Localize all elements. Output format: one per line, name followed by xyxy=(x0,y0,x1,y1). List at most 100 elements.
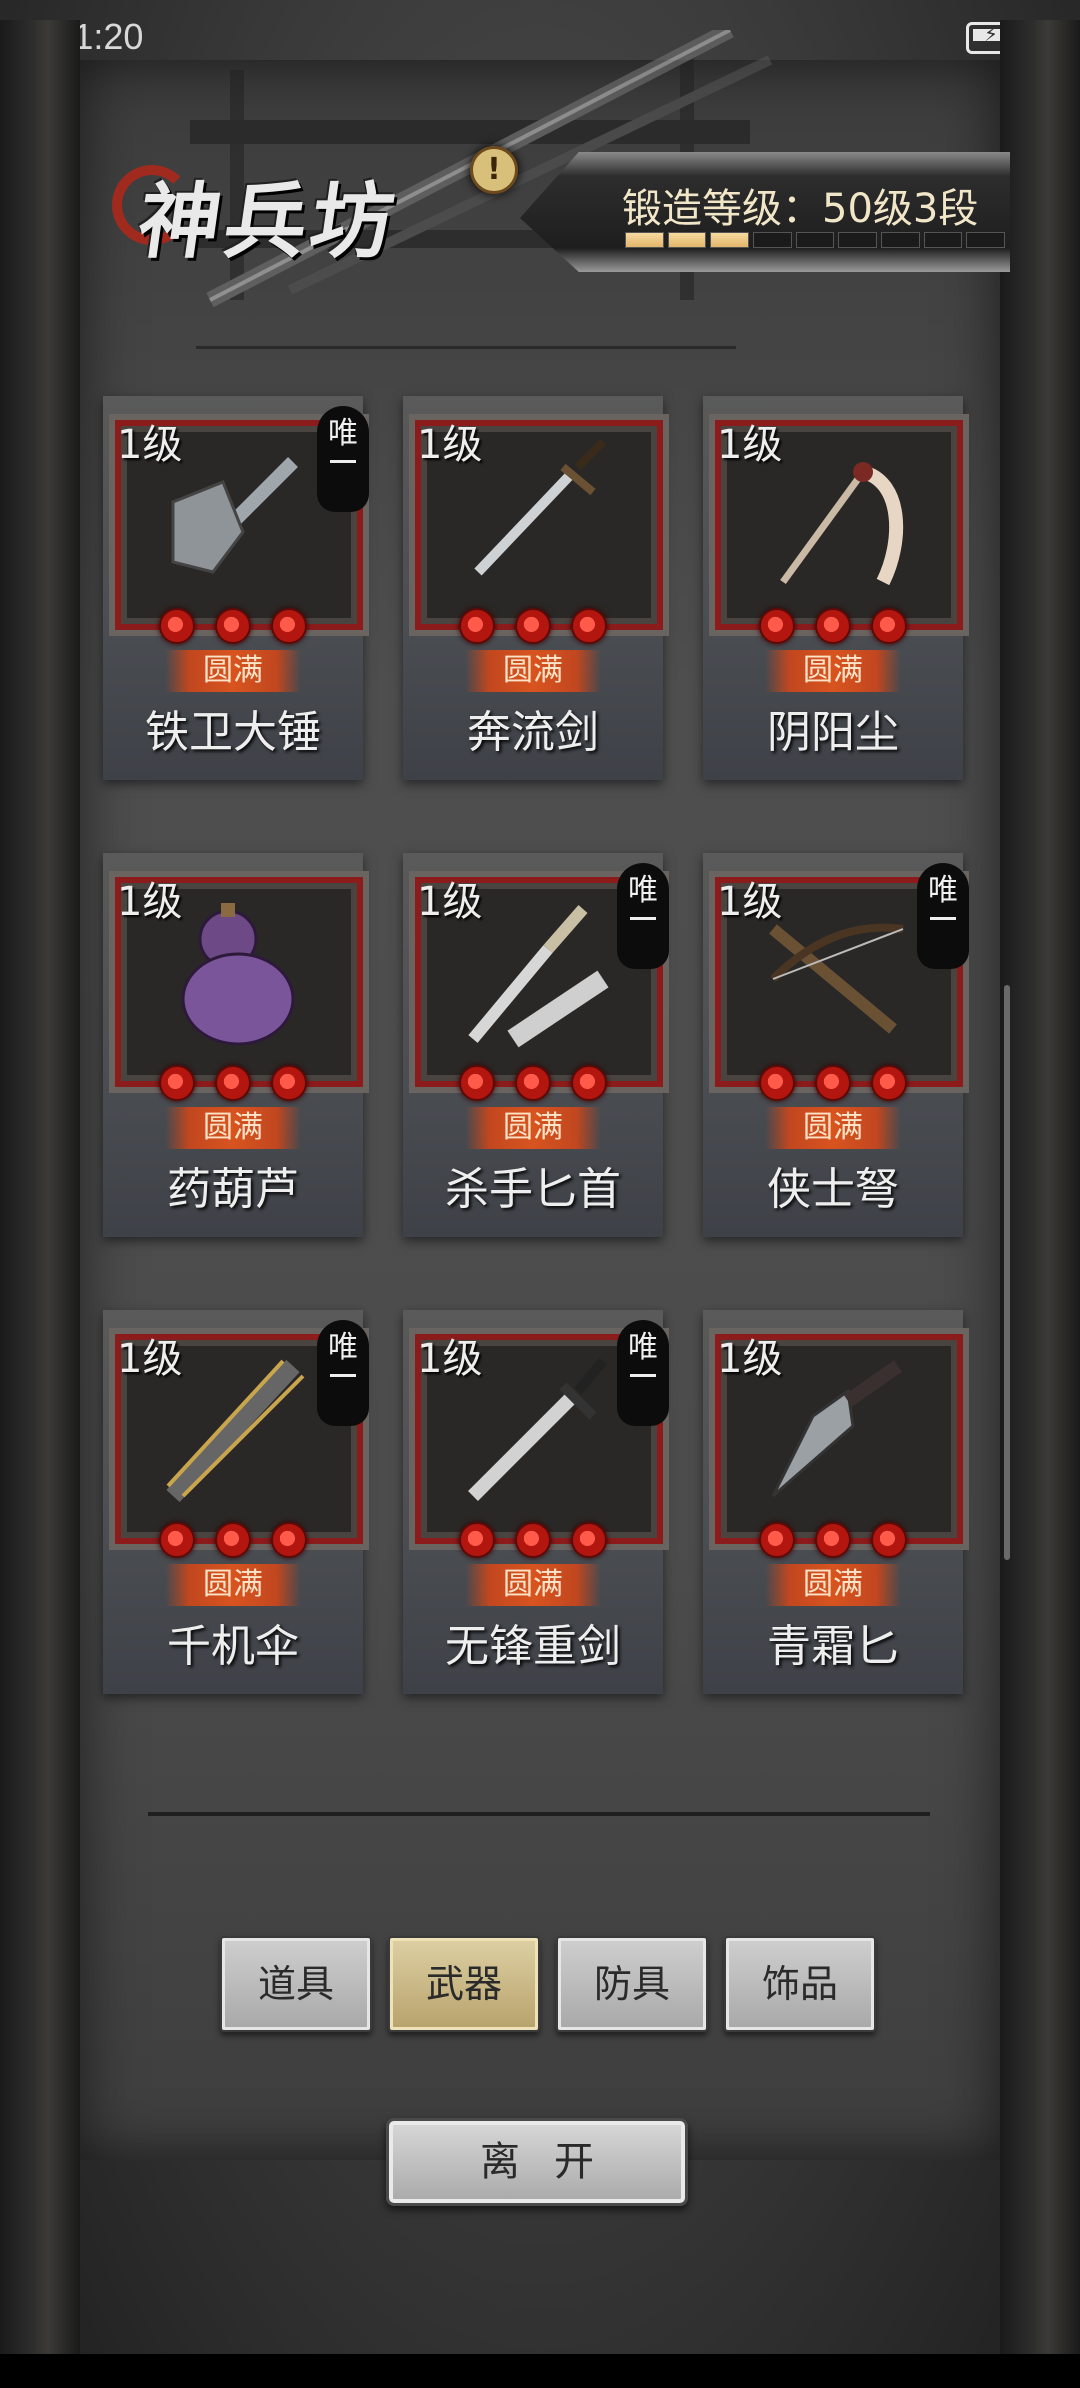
refine-swirl-icon xyxy=(759,608,795,644)
forge-progress-segment xyxy=(923,232,963,248)
refine-marks xyxy=(703,1522,963,1558)
completion-badge: 圆满 xyxy=(465,650,601,692)
refine-swirl-icon xyxy=(759,1065,795,1101)
weapon-card[interactable]: 1级 唯圆满铁卫大锤 xyxy=(103,396,369,780)
leave-button[interactable]: 离开 xyxy=(386,2118,688,2206)
alert-icon[interactable]: ! xyxy=(470,146,518,194)
refine-swirl-icon xyxy=(571,1522,607,1558)
weapon-name: 侠士弩 xyxy=(767,1164,899,1215)
forge-progress-segment xyxy=(966,232,1006,248)
unique-badge-label: 唯 xyxy=(628,1330,658,1365)
forge-progress-segment xyxy=(667,232,707,248)
refine-swirl-icon xyxy=(271,1065,307,1101)
refine-marks xyxy=(403,1065,663,1101)
unique-badge: 唯 xyxy=(617,863,669,969)
grid-divider xyxy=(148,1812,930,1816)
refine-swirl-icon xyxy=(215,1522,251,1558)
tab-2[interactable]: 防具 xyxy=(556,1936,708,2032)
refine-swirl-icon xyxy=(459,1522,495,1558)
refine-swirl-icon xyxy=(159,1065,195,1101)
scrollbar[interactable] xyxy=(1004,985,1010,1560)
weapon-level: 1级 xyxy=(717,422,783,468)
navigation-bar xyxy=(0,2354,1080,2388)
refine-marks xyxy=(103,1065,363,1101)
weapon-level: 1级 xyxy=(117,879,183,925)
weapon-name: 铁卫大锤 xyxy=(145,707,321,758)
page-title: 神兵坊 xyxy=(132,174,404,270)
category-tabs: 道具 武器 防具 饰品 xyxy=(220,1936,876,2032)
left-frame xyxy=(0,20,80,2388)
tab-3[interactable]: 饰品 xyxy=(724,1936,876,2032)
completion-badge: 圆满 xyxy=(765,1564,901,1606)
refine-swirl-icon xyxy=(159,1522,195,1558)
refine-marks xyxy=(403,1522,663,1558)
weapon-card[interactable]: 1级圆满青霜匕 xyxy=(703,1310,969,1694)
weapon-card[interactable]: 1级 唯圆满无锋重剑 xyxy=(403,1310,669,1694)
weapon-name: 药葫芦 xyxy=(167,1164,299,1215)
forge-progress-segment xyxy=(795,232,835,248)
refine-swirl-icon xyxy=(571,608,607,644)
refine-swirl-icon xyxy=(459,1065,495,1101)
refine-marks xyxy=(703,1065,963,1101)
weapon-card[interactable]: 1级圆满阴阳尘 xyxy=(703,396,969,780)
weapon-level: 1级 xyxy=(417,422,483,468)
weapon-name: 阴阳尘 xyxy=(767,707,899,758)
weapon-level: 1级 xyxy=(717,1336,783,1382)
refine-swirl-icon xyxy=(871,608,907,644)
refine-swirl-icon xyxy=(271,1522,307,1558)
refine-swirl-icon xyxy=(815,1522,851,1558)
tab-0[interactable]: 道具 xyxy=(220,1936,372,2032)
weapon-name: 青霜匕 xyxy=(767,1621,899,1672)
completion-badge: 圆满 xyxy=(165,1107,301,1149)
refine-swirl-icon xyxy=(215,1065,251,1101)
completion-badge: 圆满 xyxy=(765,650,901,692)
weapon-card[interactable]: 1级 唯圆满 杀手匕首 xyxy=(403,853,669,1237)
refine-swirl-icon xyxy=(215,608,251,644)
weapon-level: 1级 xyxy=(417,879,483,925)
weapon-card[interactable]: 1级圆满奔流剑 xyxy=(403,396,669,780)
forge-progress-segment xyxy=(753,232,792,248)
refine-marks xyxy=(403,608,663,644)
forge-progress-segment xyxy=(881,232,920,248)
weapon-card[interactable]: 1级 唯圆满 千机伞 xyxy=(103,1310,369,1694)
completion-badge: 圆满 xyxy=(465,1564,601,1606)
right-frame xyxy=(1000,20,1080,2388)
refine-swirl-icon xyxy=(815,1065,851,1101)
refine-swirl-icon xyxy=(815,608,851,644)
tab-1[interactable]: 武器 xyxy=(388,1936,540,2032)
weapon-card[interactable]: 1级 唯圆满侠士弩 xyxy=(703,853,969,1237)
weapon-level: 1级 xyxy=(117,422,183,468)
header-divider xyxy=(196,346,736,349)
weapon-level: 1级 xyxy=(717,879,783,925)
weapon-name: 无锋重剑 xyxy=(445,1621,621,1672)
refine-marks xyxy=(103,608,363,644)
completion-badge: 圆满 xyxy=(765,1107,901,1149)
weapon-name: 奔流剑 xyxy=(467,707,599,758)
weapon-card[interactable]: 1级圆满药葫芦 xyxy=(103,853,369,1237)
unique-badge: 唯 xyxy=(917,863,969,969)
refine-swirl-icon xyxy=(571,1065,607,1101)
refine-swirl-icon xyxy=(459,608,495,644)
refine-swirl-icon xyxy=(759,1522,795,1558)
refine-swirl-icon xyxy=(159,608,195,644)
weapon-level: 1级 xyxy=(417,1336,483,1382)
refine-swirl-icon xyxy=(515,608,551,644)
unique-badge-label: 唯 xyxy=(328,416,358,451)
forge-level-text: 锻造等级：50级3段 xyxy=(622,186,979,232)
weapon-name: 千机伞 xyxy=(167,1621,299,1672)
completion-badge: 圆满 xyxy=(165,1564,301,1606)
forge-progress-segment xyxy=(625,232,664,248)
forge-progress-segment xyxy=(710,232,750,248)
unique-badge: 唯 xyxy=(317,1320,369,1426)
unique-badge-label: 唯 xyxy=(628,873,658,908)
refine-swirl-icon xyxy=(871,1065,907,1101)
refine-swirl-icon xyxy=(515,1522,551,1558)
unique-badge: 唯 xyxy=(617,1320,669,1426)
forge-progress-bar xyxy=(625,232,1006,248)
completion-badge: 圆满 xyxy=(465,1107,601,1149)
refine-marks xyxy=(103,1522,363,1558)
unique-badge: 唯 xyxy=(317,406,369,512)
refine-marks xyxy=(703,608,963,644)
refine-swirl-icon xyxy=(871,1522,907,1558)
completion-badge: 圆满 xyxy=(165,650,301,692)
